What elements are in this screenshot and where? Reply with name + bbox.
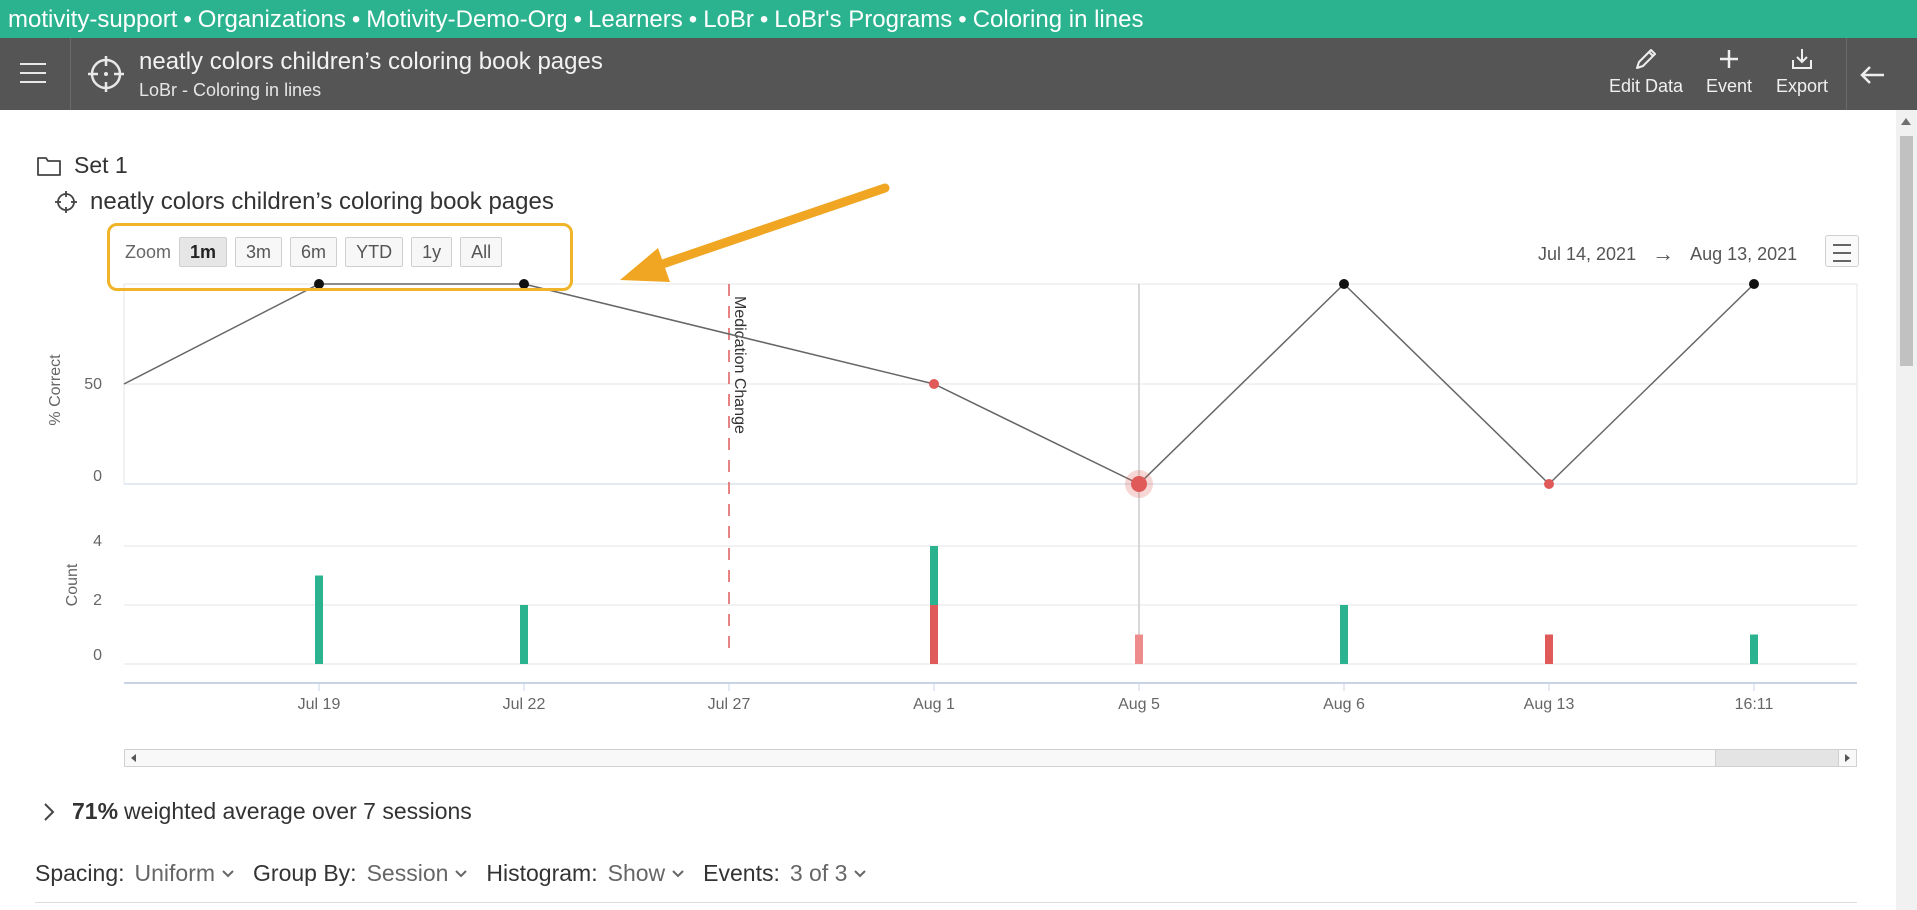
- page-scrollbar[interactable]: [1896, 110, 1917, 910]
- spacing-dropdown[interactable]: Spacing: Uniform: [35, 860, 235, 887]
- edit-data-label: Edit Data: [1608, 76, 1684, 96]
- app-header: neatly colors children’s coloring book p…: [0, 38, 1917, 110]
- breadcrumb-item[interactable]: LoBr: [703, 6, 754, 33]
- x-tick-label: Jul 27: [708, 696, 751, 713]
- breadcrumb-separator: •: [351, 6, 361, 33]
- event-button[interactable]: Event: [1702, 46, 1756, 106]
- scrollbar-thumb[interactable]: [1900, 136, 1913, 366]
- spacing-value: Uniform: [134, 860, 216, 886]
- breadcrumb-item[interactable]: motivity-support: [8, 6, 177, 33]
- page-subtitle: LoBr - Coloring in lines: [139, 80, 322, 100]
- y-tick-label: 2: [93, 592, 102, 609]
- breadcrumb-item[interactable]: Learners: [588, 6, 683, 33]
- date-range: Jul 14, 2021 → Aug 13, 2021: [1538, 241, 1797, 267]
- breadcrumb-item[interactable]: Organizations: [198, 6, 346, 33]
- breadcrumb-separator: •: [759, 6, 769, 33]
- y-axis-title: % Correct: [47, 354, 64, 426]
- events-value: 3 of 3: [789, 860, 848, 886]
- menu-icon[interactable]: [20, 63, 46, 85]
- x-tick-label: Aug 13: [1524, 696, 1575, 713]
- scroll-right-icon[interactable]: [1845, 754, 1850, 762]
- target-icon: [88, 56, 124, 92]
- plus-icon: [1720, 50, 1738, 68]
- y-tick-label: 0: [93, 468, 102, 485]
- histogram-dropdown[interactable]: Histogram: Show: [486, 860, 685, 887]
- pencil-icon: [1636, 49, 1656, 69]
- chevron-down-icon: [455, 869, 468, 877]
- download-icon: [1792, 49, 1812, 69]
- main-content: Set 1 neatly colors children’s coloring …: [0, 110, 1896, 910]
- scroll-up-icon[interactable]: [1901, 118, 1911, 125]
- chart-options: Spacing: Uniform Group By: Session Histo…: [35, 860, 885, 887]
- event-label: Medication Change: [731, 296, 748, 434]
- spacing-label: Spacing:: [35, 860, 125, 886]
- breadcrumb-separator: •: [183, 6, 192, 33]
- group-by-dropdown[interactable]: Group By: Session: [253, 860, 468, 887]
- count-bar-incorrect: [1545, 634, 1553, 664]
- x-tick-label: Jul 19: [298, 696, 341, 713]
- breadcrumb: motivity-support • Organizations • Motivity-…: [0, 0, 1917, 38]
- y-axis-title: Count: [64, 563, 81, 606]
- data-point: [1544, 479, 1554, 489]
- page-title: neatly colors children’s coloring book p…: [139, 48, 603, 75]
- range-arrow: →: [1652, 241, 1675, 266]
- group-by-label: Group By:: [253, 860, 357, 886]
- scrollbar-thumb[interactable]: [1715, 750, 1839, 766]
- event-label: Event: [1705, 76, 1753, 96]
- chevron-right-icon[interactable]: [42, 801, 56, 823]
- x-tick-label: 16:11: [1735, 696, 1774, 713]
- x-tick-label: Aug 5: [1118, 696, 1160, 713]
- y-tick-label: 0: [93, 647, 102, 664]
- events-label: Events:: [703, 860, 780, 886]
- breadcrumb-separator: •: [688, 6, 698, 33]
- range-end[interactable]: Aug 13, 2021: [1690, 244, 1797, 265]
- zoom-highlight-box: [107, 223, 573, 291]
- header-divider: [70, 38, 71, 110]
- histogram-value: Show: [607, 860, 666, 886]
- y-tick-label: 50: [84, 376, 102, 393]
- breadcrumb-item[interactable]: Motivity-Demo-Org: [366, 6, 567, 33]
- histogram-label: Histogram:: [486, 860, 598, 886]
- back-arrow-icon[interactable]: [1858, 60, 1888, 90]
- x-tick-label: Aug 1: [913, 696, 955, 713]
- progress-chart: 50 0 4 2 0 % Correct Count Jul 19 Jul 22 Jul 27 Au…: [47, 279, 1858, 713]
- chart-navigator-scrollbar[interactable]: [124, 749, 1857, 767]
- data-point: [929, 379, 939, 389]
- breadcrumb-item[interactable]: LoBr's Programs: [774, 6, 952, 33]
- summary-text: weighted average over 7 sessions: [124, 798, 472, 824]
- breadcrumb-separator: •: [958, 6, 967, 33]
- events-dropdown[interactable]: Events: 3 of 3: [703, 860, 867, 887]
- data-point: [1339, 279, 1349, 289]
- range-start[interactable]: Jul 14, 2021: [1538, 244, 1636, 265]
- x-tick-label: Aug 6: [1323, 696, 1365, 713]
- summary-percent: 71%: [72, 798, 119, 824]
- group-by-value: Session: [366, 860, 449, 886]
- header-divider: [1846, 38, 1847, 110]
- x-tick-label: Jul 22: [503, 696, 546, 713]
- count-bar-correct: [1750, 634, 1758, 664]
- chevron-down-icon: [222, 869, 234, 877]
- y-tick-label: 4: [93, 533, 102, 550]
- chevron-down-icon: [672, 869, 684, 877]
- count-bar-incorrect: [930, 605, 938, 664]
- count-bar-incorrect: [1135, 634, 1143, 664]
- scroll-left-icon[interactable]: [131, 754, 136, 762]
- divider: [35, 902, 1857, 903]
- count-bar-correct: [930, 546, 938, 605]
- breadcrumb-item-current: Coloring in lines: [972, 6, 1144, 33]
- annotation-arrow-icon: [620, 183, 890, 282]
- summary-row[interactable]: 71% weighted average over 7 sessions: [42, 798, 472, 825]
- breadcrumb-separator: •: [573, 6, 583, 33]
- count-bar-correct: [315, 575, 323, 664]
- data-point-selected: [1131, 476, 1147, 492]
- edit-data-button[interactable]: Edit Data: [1606, 46, 1686, 106]
- chevron-down-icon: [854, 869, 867, 877]
- chart-menu-button[interactable]: [1825, 235, 1859, 267]
- data-point: [1749, 279, 1759, 289]
- export-button[interactable]: Export: [1770, 46, 1834, 106]
- count-bar-correct: [1340, 605, 1348, 664]
- export-label: Export: [1775, 76, 1829, 96]
- count-bar-correct: [520, 605, 528, 664]
